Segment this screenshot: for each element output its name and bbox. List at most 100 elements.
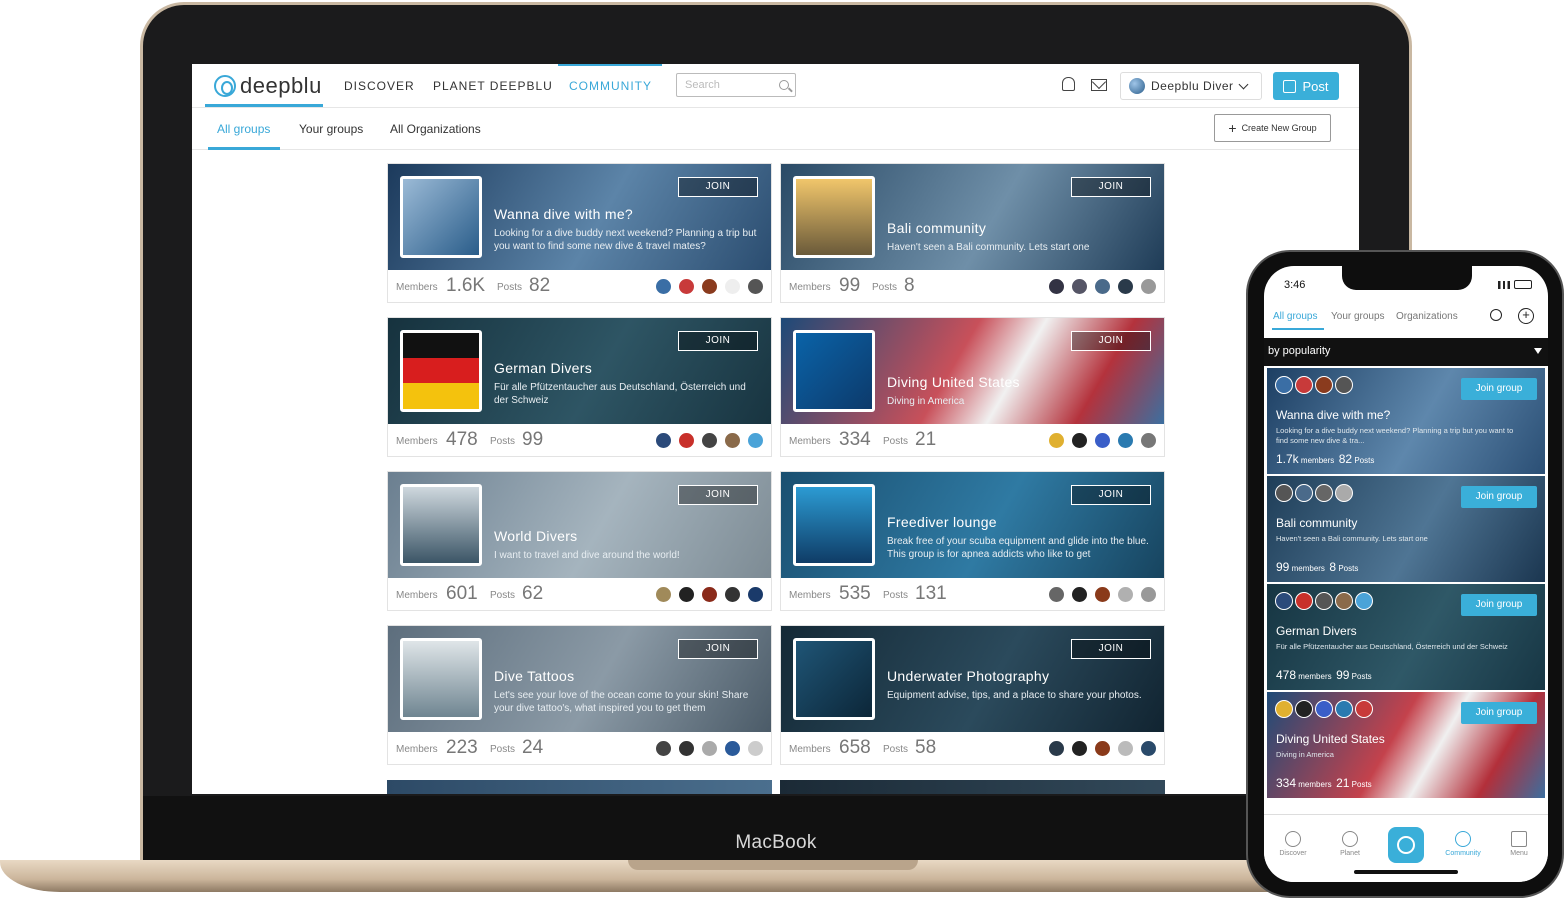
phone-group-card[interactable]: Join group Bali community Haven't seen a B… <box>1267 476 1545 582</box>
group-card[interactable]: JOIN German Divers Für alle Pfützentaucher… <box>387 317 772 457</box>
phone-tab-your-groups[interactable]: Your groups <box>1331 311 1385 322</box>
avatar[interactable] <box>725 433 740 448</box>
user-menu-button[interactable]: Deepblu Diver <box>1120 72 1262 100</box>
bottom-nav-community[interactable]: Community <box>1440 831 1486 857</box>
join-group-button[interactable]: Join group <box>1461 702 1537 724</box>
search-input[interactable]: Search <box>676 73 796 97</box>
join-button[interactable]: JOIN <box>678 331 758 351</box>
status-time: 3:46 <box>1284 279 1306 291</box>
phone-tab-all-groups[interactable]: All groups <box>1273 311 1317 322</box>
group-card[interactable]: JOIN World Divers I want to travel and div… <box>387 471 772 611</box>
group-description: I want to travel and dive around the wor… <box>494 550 680 561</box>
avatar[interactable] <box>702 741 717 756</box>
search-icon <box>779 80 789 90</box>
avatar[interactable] <box>1049 433 1064 448</box>
bottom-nav-discover[interactable]: Discover <box>1270 831 1316 857</box>
join-button[interactable]: JOIN <box>678 177 758 197</box>
mail-icon[interactable] <box>1091 79 1107 91</box>
create-new-group-button[interactable]: + Create New Group <box>1214 114 1331 142</box>
avatar[interactable] <box>656 587 671 602</box>
avatar[interactable] <box>748 741 763 756</box>
avatar[interactable] <box>1049 587 1064 602</box>
avatar[interactable] <box>702 279 717 294</box>
members-count: 535 <box>839 583 871 604</box>
group-thumbnail <box>793 176 875 258</box>
group-stats: Members 658 Posts 58 <box>781 732 1164 766</box>
avatar[interactable] <box>1072 433 1087 448</box>
bottom-nav-menu[interactable]: Menu <box>1496 831 1542 857</box>
avatar[interactable] <box>702 587 717 602</box>
avatar[interactable] <box>1118 279 1133 294</box>
avatar[interactable] <box>1095 587 1110 602</box>
group-card-partial <box>780 780 1165 794</box>
join-group-button[interactable]: Join group <box>1461 486 1537 508</box>
phone-tab-organizations[interactable]: Organizations <box>1396 311 1458 322</box>
join-button[interactable]: JOIN <box>1071 177 1151 197</box>
join-group-button[interactable]: Join group <box>1461 594 1537 616</box>
avatar[interactable] <box>679 433 694 448</box>
nav-community[interactable]: COMMUNITY <box>569 79 652 93</box>
search-icon[interactable] <box>1490 309 1502 321</box>
avatar[interactable] <box>1072 587 1087 602</box>
members-count: 1.6K <box>446 275 486 296</box>
avatar[interactable] <box>725 741 740 756</box>
group-card[interactable]: JOIN Wanna dive with me? Looking for a div… <box>387 163 772 303</box>
phone-group-card[interactable]: Join group German Divers Für alle Pfützent… <box>1267 584 1545 690</box>
avatar[interactable] <box>725 587 740 602</box>
logo[interactable]: deepblu <box>214 73 322 99</box>
avatar[interactable] <box>748 279 763 294</box>
add-circle-icon[interactable]: + <box>1518 308 1534 324</box>
avatar[interactable] <box>1141 741 1156 756</box>
post-button[interactable]: Post <box>1273 72 1339 100</box>
avatar[interactable] <box>1072 279 1087 294</box>
avatar[interactable] <box>656 741 671 756</box>
avatar[interactable] <box>1095 741 1110 756</box>
group-card[interactable]: JOIN Diving United States Diving in Americ… <box>780 317 1165 457</box>
join-button[interactable]: JOIN <box>1071 639 1151 659</box>
avatar[interactable] <box>725 279 740 294</box>
avatar[interactable] <box>1049 741 1064 756</box>
avatar[interactable] <box>1049 279 1064 294</box>
group-card[interactable]: JOIN Freediver lounge Break free of your s… <box>780 471 1165 611</box>
nav-discover[interactable]: DISCOVER <box>344 79 415 93</box>
phone-group-card[interactable]: Join group Diving United States Diving in … <box>1267 692 1545 798</box>
avatar[interactable] <box>1118 741 1133 756</box>
group-title: World Divers <box>494 528 578 544</box>
avatar[interactable] <box>748 587 763 602</box>
avatar[interactable] <box>1141 279 1156 294</box>
sort-dropdown[interactable]: by popularity <box>1264 338 1548 366</box>
tab-your-groups[interactable]: Your groups <box>299 122 363 136</box>
bell-icon[interactable] <box>1062 77 1075 91</box>
join-button[interactable]: JOIN <box>678 485 758 505</box>
group-card[interactable]: JOIN Underwater Photography Equipment advi… <box>780 625 1165 765</box>
member-avatars <box>1275 592 1373 610</box>
avatar[interactable] <box>679 279 694 294</box>
avatar[interactable] <box>656 279 671 294</box>
avatar[interactable] <box>679 587 694 602</box>
phone-group-card[interactable]: Join group Wanna dive with me? Looking for… <box>1267 368 1545 474</box>
join-button[interactable]: JOIN <box>678 639 758 659</box>
join-button[interactable]: JOIN <box>1071 331 1151 351</box>
group-card[interactable]: JOIN Dive Tattoos Let's see your love of t… <box>387 625 772 765</box>
bottom-nav-planet[interactable]: Planet <box>1327 831 1373 857</box>
nav-planet-deepblu[interactable]: PLANET DEEPBLU <box>433 79 553 93</box>
tab-all-groups[interactable]: All groups <box>217 122 270 136</box>
avatar[interactable] <box>1118 587 1133 602</box>
avatar[interactable] <box>1095 279 1110 294</box>
avatar[interactable] <box>748 433 763 448</box>
avatar[interactable] <box>1118 433 1133 448</box>
group-card[interactable]: JOIN Bali community Haven't seen a Bali co… <box>780 163 1165 303</box>
avatar[interactable] <box>1141 587 1156 602</box>
avatar[interactable] <box>1141 433 1156 448</box>
members-label: Members <box>789 282 831 293</box>
join-group-button[interactable]: Join group <box>1461 378 1537 400</box>
deepblu-center-button[interactable] <box>1388 827 1424 863</box>
tab-all-organizations[interactable]: All Organizations <box>390 122 481 136</box>
avatar[interactable] <box>656 433 671 448</box>
avatar[interactable] <box>702 433 717 448</box>
avatar[interactable] <box>1072 741 1087 756</box>
avatar <box>1275 700 1293 718</box>
join-button[interactable]: JOIN <box>1071 485 1151 505</box>
avatar[interactable] <box>679 741 694 756</box>
avatar[interactable] <box>1095 433 1110 448</box>
